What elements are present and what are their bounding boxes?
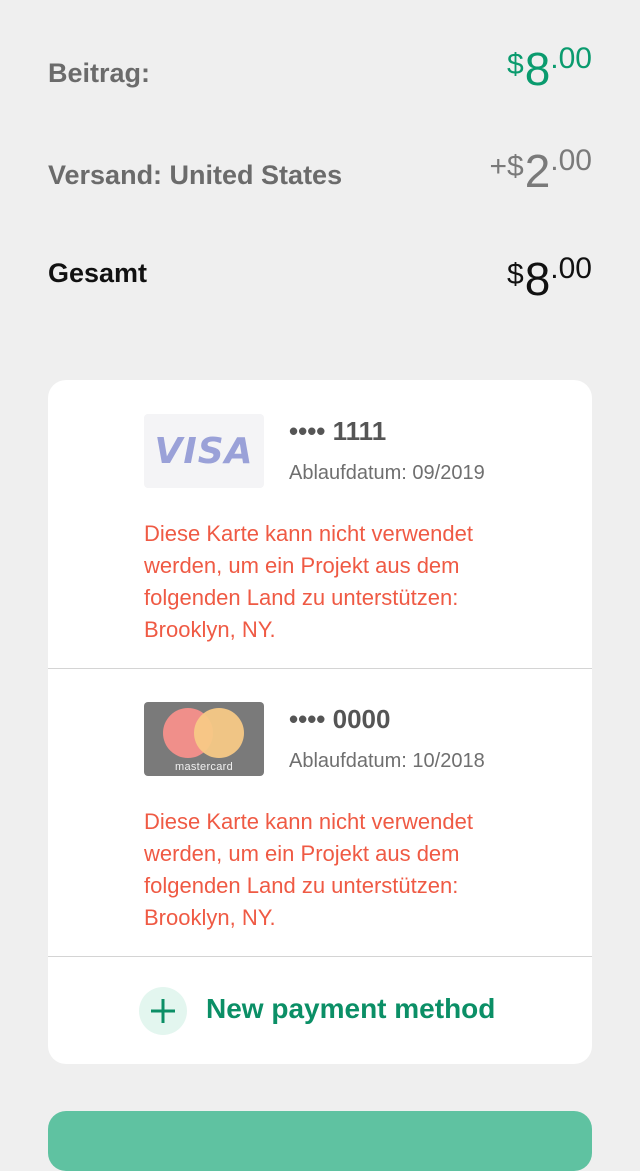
payment-method-visa[interactable]: VISA •••• 1111 Ablaufdatum: 09/2019 Dies… bbox=[48, 380, 592, 669]
new-payment-method-label: New payment method bbox=[206, 993, 496, 1024]
subtotal-cents: .00 bbox=[550, 42, 592, 75]
pledge-button[interactable] bbox=[48, 1111, 592, 1171]
mastercard-yellow-circle bbox=[194, 708, 244, 758]
card-expiry: Ablaufdatum: 09/2019 bbox=[289, 462, 485, 484]
total-whole: 8 bbox=[524, 253, 551, 305]
visa-logo-text: VISA bbox=[154, 430, 254, 472]
shipping-currency: +$ bbox=[489, 150, 524, 183]
shipping-cents: .00 bbox=[550, 144, 592, 177]
payment-method-mastercard[interactable]: mastercard •••• 0000 Ablaufdatum: 10/201… bbox=[48, 668, 592, 957]
subtotal-currency: $ bbox=[507, 48, 524, 81]
card-error-message: Diese Karte kann nicht verwendet werden,… bbox=[144, 521, 473, 642]
total-currency: $ bbox=[507, 258, 524, 291]
plus-icon bbox=[139, 987, 187, 1035]
card-number: •••• 1111 bbox=[289, 416, 387, 446]
subtotal-label: Beitrag: bbox=[48, 58, 151, 88]
card-expiry: Ablaufdatum: 10/2018 bbox=[289, 750, 485, 772]
subtotal-amount: $ 8 .00 bbox=[507, 42, 592, 95]
total-row: Gesamt $ 8 .00 bbox=[48, 254, 592, 314]
subtotal-whole: 8 bbox=[524, 43, 551, 95]
payment-methods-panel: VISA •••• 1111 Ablaufdatum: 09/2019 Dies… bbox=[48, 380, 592, 1064]
shipping-amount: +$ 2 .00 bbox=[489, 144, 592, 197]
mastercard-logo-text: mastercard bbox=[174, 761, 234, 773]
mastercard-logo-icon: mastercard bbox=[144, 702, 264, 776]
new-payment-method-button[interactable]: New payment method bbox=[48, 957, 592, 1064]
subtotal-row: Beitrag: $ 8 .00 bbox=[48, 44, 592, 104]
total-amount: $ 8 .00 bbox=[507, 252, 592, 305]
shipping-label: Versand: United States bbox=[48, 160, 343, 190]
visa-logo-icon: VISA bbox=[144, 414, 264, 488]
total-label: Gesamt bbox=[48, 258, 148, 288]
total-cents: .00 bbox=[550, 252, 592, 285]
card-error-message: Diese Karte kann nicht verwendet werden,… bbox=[144, 809, 473, 930]
shipping-whole: 2 bbox=[524, 145, 551, 197]
shipping-row: Versand: United States +$ 2 .00 bbox=[48, 146, 592, 206]
card-number: •••• 0000 bbox=[289, 704, 391, 734]
